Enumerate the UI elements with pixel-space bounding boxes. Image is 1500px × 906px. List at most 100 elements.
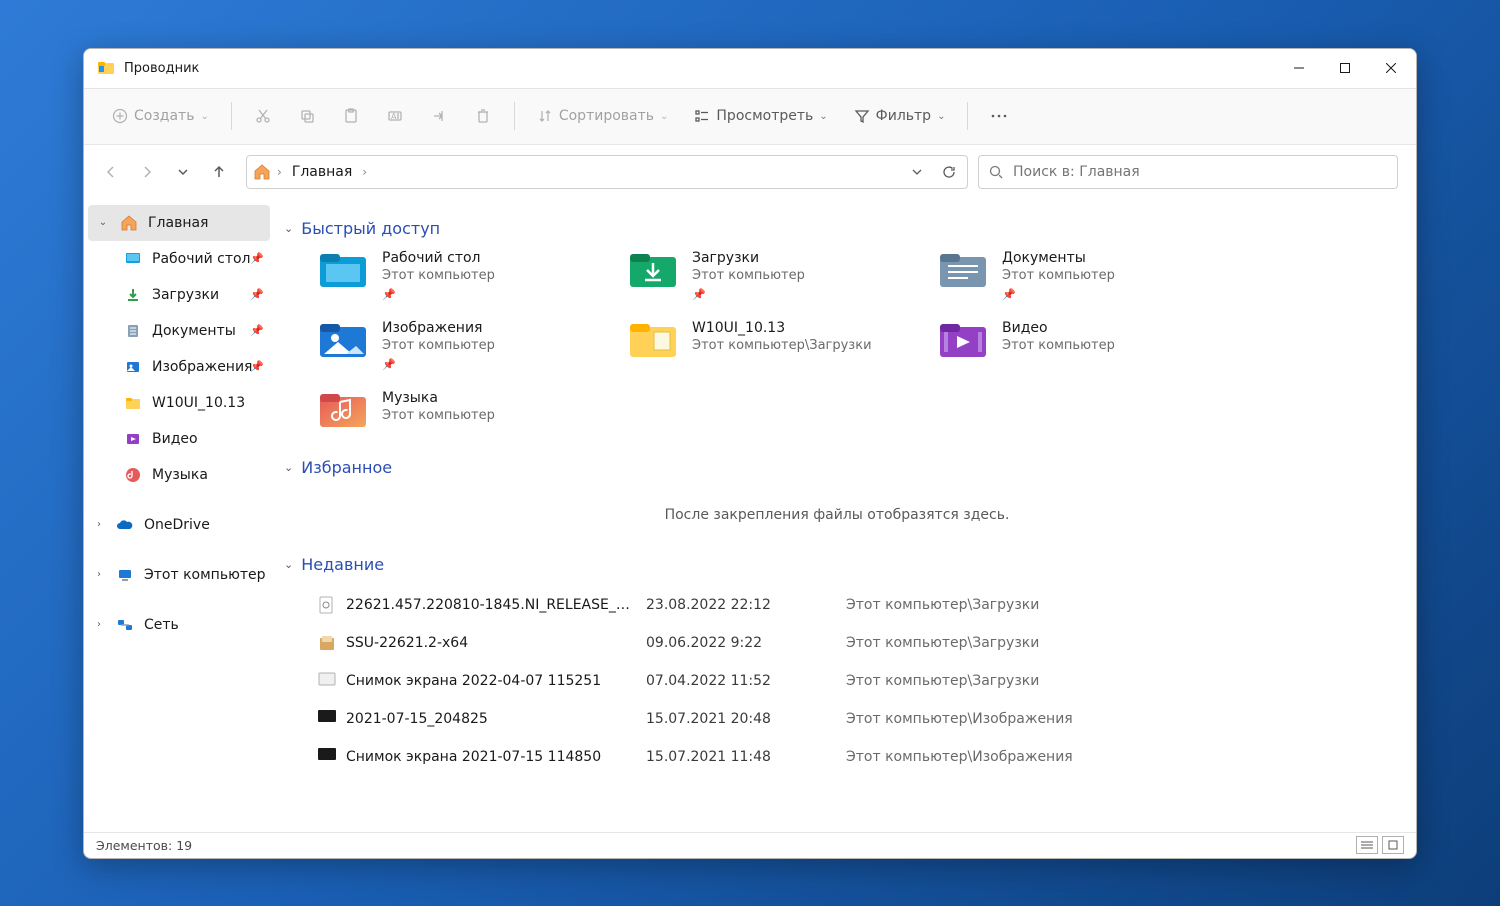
quick-item-desktop[interactable]: Рабочий столЭтот компьютер📌: [318, 250, 598, 302]
recent-row[interactable]: 2021-07-15_204825 15.07.2021 20:48 Этот …: [318, 700, 1396, 738]
recent-name: 22621.457.220810-1845.NI_RELEASE_SVC_PR.…: [346, 597, 646, 613]
recent-date: 15.07.2021 11:48: [646, 749, 846, 765]
pictures-folder-icon: [318, 320, 368, 360]
sidebar-item-label: Изображения: [152, 359, 252, 375]
sidebar-item-documents[interactable]: Документы 📌: [84, 313, 274, 349]
section-header-favorites[interactable]: ⌄ Избранное: [278, 450, 1396, 489]
sidebar-item-this-pc[interactable]: › Этот компьютер: [84, 557, 274, 593]
share-button[interactable]: [420, 98, 458, 134]
refresh-button[interactable]: [935, 158, 963, 186]
paste-button[interactable]: [332, 98, 370, 134]
quick-item-sub: Этот компьютер\Загрузки: [692, 338, 872, 353]
sidebar-item-onedrive[interactable]: › OneDrive: [84, 507, 274, 543]
view-button[interactable]: Просмотреть ⌄: [684, 98, 837, 134]
chevron-down-icon: ⌄: [660, 111, 668, 122]
quick-item-name: Музыка: [382, 390, 495, 406]
folder-icon: [628, 320, 678, 360]
separator: [967, 102, 968, 130]
address-bar[interactable]: › Главная ›: [246, 155, 968, 189]
window-title: Проводник: [124, 61, 1276, 76]
section-header-quick[interactable]: ⌄ Быстрый доступ: [278, 211, 1396, 250]
image-icon: [318, 710, 336, 728]
sidebar-item-network[interactable]: › Сеть: [84, 607, 274, 643]
recent-name: Снимок экрана 2021-07-15 114850: [346, 749, 646, 765]
sidebar-item-label: Рабочий стол: [152, 251, 251, 267]
expand-icon: ›: [92, 619, 106, 630]
quick-item-w10ui[interactable]: W10UI_10.13Этот компьютер\Загрузки: [628, 320, 908, 372]
view-button-label: Просмотреть: [716, 108, 813, 124]
copy-button[interactable]: [288, 98, 326, 134]
recent-name: 2021-07-15_204825: [346, 711, 646, 727]
chevron-down-icon: ⌄: [284, 461, 293, 474]
search-input[interactable]: [1013, 164, 1387, 180]
sidebar-item-downloads[interactable]: Загрузки 📌: [84, 277, 274, 313]
sidebar-item-label: Этот компьютер: [144, 567, 266, 583]
sort-button[interactable]: Сортировать ⌄: [527, 98, 679, 134]
address-dropdown-button[interactable]: [903, 158, 931, 186]
sidebar-item-music[interactable]: Музыка: [84, 457, 274, 493]
recent-row[interactable]: SSU-22621.2-x64 09.06.2022 9:22 Этот ком…: [318, 624, 1396, 662]
file-icon: [318, 596, 336, 614]
chevron-down-icon: ⌄: [284, 222, 293, 235]
toolbar: Создать ⌄ A Сортировать ⌄ Просмотреть ⌄ …: [84, 89, 1416, 145]
maximize-button[interactable]: [1322, 48, 1368, 88]
section-header-recent[interactable]: ⌄ Недавние: [278, 547, 1396, 586]
recent-date: 23.08.2022 22:12: [646, 597, 846, 613]
up-button[interactable]: [202, 155, 236, 189]
sidebar-item-w10ui[interactable]: W10UI_10.13: [84, 385, 274, 421]
quick-item-name: Изображения: [382, 320, 495, 336]
recent-row[interactable]: Снимок экрана 2021-07-15 114850 15.07.20…: [318, 738, 1396, 776]
close-button[interactable]: [1368, 48, 1414, 88]
downloads-folder-icon: [628, 250, 678, 290]
more-button[interactable]: [980, 98, 1018, 134]
recent-date: 09.06.2022 9:22: [646, 635, 846, 651]
recent-row[interactable]: 22621.457.220810-1845.NI_RELEASE_SVC_PR.…: [318, 586, 1396, 624]
home-icon: [251, 161, 273, 183]
quick-item-documents[interactable]: ДокументыЭтот компьютер📌: [938, 250, 1218, 302]
downloads-icon: [124, 286, 142, 304]
expand-icon: ›: [92, 519, 106, 530]
recent-name: SSU-22621.2-x64: [346, 635, 646, 651]
cut-button[interactable]: [244, 98, 282, 134]
quick-item-music[interactable]: МузыкаЭтот компьютер: [318, 390, 598, 430]
videos-folder-icon: [938, 320, 988, 360]
sidebar-item-videos[interactable]: Видео: [84, 421, 274, 457]
back-button[interactable]: [94, 155, 128, 189]
onedrive-icon: [116, 516, 134, 534]
minimize-button[interactable]: [1276, 48, 1322, 88]
recent-path: Этот компьютер\Загрузки: [846, 635, 1146, 651]
forward-button[interactable]: [130, 155, 164, 189]
content-area: ⌄ Быстрый доступ Рабочий столЭтот компью…: [274, 199, 1416, 832]
sidebar-item-label: Видео: [152, 431, 198, 447]
quick-item-sub: Этот компьютер: [1002, 268, 1115, 283]
package-icon: [318, 634, 336, 652]
pin-icon: 📌: [250, 252, 264, 265]
quick-item-pictures[interactable]: ИзображенияЭтот компьютер📌: [318, 320, 598, 372]
recent-name: Снимок экрана 2022-04-07 115251: [346, 673, 646, 689]
recent-date: 15.07.2021 20:48: [646, 711, 846, 727]
recent-locations-button[interactable]: [166, 155, 200, 189]
rename-button[interactable]: A: [376, 98, 414, 134]
breadcrumb-segment[interactable]: Главная: [286, 162, 358, 182]
new-button[interactable]: Создать ⌄: [102, 98, 219, 134]
statusbar: Элементов: 19: [84, 832, 1416, 858]
filter-button[interactable]: Фильтр ⌄: [844, 98, 956, 134]
details-view-button[interactable]: [1356, 836, 1378, 854]
sidebar: ⌄ Главная Рабочий стол 📌 Загрузки 📌 Доку…: [84, 199, 274, 832]
sidebar-item-home[interactable]: ⌄ Главная: [88, 205, 270, 241]
sidebar-item-desktop[interactable]: Рабочий стол 📌: [84, 241, 274, 277]
home-icon: [120, 214, 138, 232]
sort-button-label: Сортировать: [559, 108, 654, 124]
delete-button[interactable]: [464, 98, 502, 134]
quick-item-videos[interactable]: ВидеоЭтот компьютер: [938, 320, 1218, 372]
icons-view-button[interactable]: [1382, 836, 1404, 854]
pin-icon: 📌: [382, 288, 396, 301]
breadcrumb-separator: ›: [362, 165, 367, 179]
pin-icon: 📌: [250, 324, 264, 337]
recent-row[interactable]: Снимок экрана 2022-04-07 115251 07.04.20…: [318, 662, 1396, 700]
folder-icon: [124, 394, 142, 412]
sidebar-item-pictures[interactable]: Изображения 📌: [84, 349, 274, 385]
quick-item-downloads[interactable]: ЗагрузкиЭтот компьютер📌: [628, 250, 908, 302]
search-box[interactable]: [978, 155, 1398, 189]
quick-item-name: Документы: [1002, 250, 1115, 266]
